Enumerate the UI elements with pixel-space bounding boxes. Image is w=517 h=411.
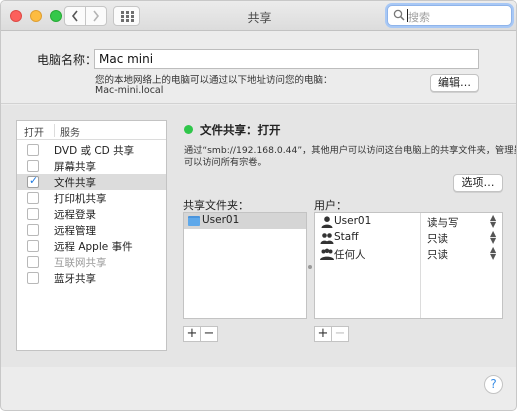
service-checkbox[interactable]: [27, 224, 39, 236]
remove-user-button[interactable]: −: [331, 327, 348, 341]
service-item[interactable]: 文件共享: [17, 174, 166, 190]
user-row[interactable]: 任何人 只读 ▲ ▼: [315, 246, 502, 262]
column-service[interactable]: 服务: [54, 124, 80, 139]
service-checkbox[interactable]: [27, 272, 39, 284]
service-label: 文件共享: [54, 177, 96, 189]
service-label: 蓝牙共享: [54, 273, 96, 285]
service-checkbox[interactable]: [27, 174, 39, 188]
users-label: 用户：: [314, 199, 347, 212]
options-button[interactable]: 选项…: [453, 174, 503, 192]
search-icon: [393, 9, 405, 21]
service-item[interactable]: 远程 Apple 事件: [17, 238, 166, 254]
service-item[interactable]: 蓝牙共享: [17, 270, 166, 286]
stepper-arrows-icon[interactable]: ▲ ▼: [490, 230, 496, 245]
shared-folders-label: 共享文件夹：: [183, 199, 249, 212]
service-checkbox[interactable]: [27, 160, 39, 172]
shared-folder-row[interactable]: User01: [184, 213, 306, 229]
service-item[interactable]: 屏幕共享: [17, 158, 166, 174]
stepper-arrows-icon[interactable]: ▲ ▼: [490, 246, 496, 261]
status-indicator: [184, 125, 193, 134]
user-row[interactable]: User01 读与写 ▲ ▼: [315, 214, 502, 230]
local-address: Mac-mini.local: [95, 85, 164, 96]
remove-folder-button[interactable]: −: [200, 327, 217, 341]
service-item[interactable]: DVD 或 CD 共享: [17, 142, 166, 158]
folder-add-remove: + −: [183, 326, 218, 342]
address-description: 您的本地网络上的电脑可以通过以下地址访问您的电脑：: [95, 75, 333, 86]
split-handle[interactable]: [308, 265, 312, 269]
user-add-remove: + −: [314, 326, 349, 342]
service-item[interactable]: 打印机共享: [17, 190, 166, 206]
column-on[interactable]: 打开: [24, 124, 44, 139]
search-field[interactable]: 搜索: [387, 5, 512, 26]
sharing-window: 共享 搜索 电脑名称： Mac mini 您的本地网络上的电脑可以通过以下地址访…: [0, 0, 517, 411]
edit-button[interactable]: 编辑…: [430, 74, 479, 92]
service-list-header: 打开 服务: [17, 121, 166, 140]
shared-folders-list: User01: [183, 212, 307, 319]
access-info-line2: 可以访问所有宗卷。: [184, 157, 267, 168]
user-permission[interactable]: 只读: [427, 231, 448, 246]
users-list: User01 读与写 ▲ ▼ Staff 只读 ▲ ▼ 任何人 只读 ▲ ▼: [314, 212, 503, 319]
service-label: 打印机共享: [54, 193, 107, 205]
service-label: 屏幕共享: [54, 161, 96, 173]
everyone-icon: [320, 248, 334, 260]
help-button[interactable]: ?: [484, 375, 503, 394]
service-item[interactable]: 远程登录: [17, 206, 166, 222]
service-item[interactable]: 互联网共享: [17, 254, 166, 270]
service-item[interactable]: 远程管理: [17, 222, 166, 238]
single-user-icon: [321, 216, 333, 228]
service-list: 打开 服务 DVD 或 CD 共享屏幕共享文件共享打印机共享远程登录远程管理远程…: [16, 120, 167, 351]
user-row[interactable]: Staff 只读 ▲ ▼: [315, 230, 502, 246]
service-checkbox[interactable]: [27, 192, 39, 204]
add-folder-button[interactable]: +: [184, 327, 200, 341]
user-name: User01: [334, 215, 372, 227]
shared-folder-name: User01: [202, 214, 240, 226]
user-name: Staff: [334, 231, 359, 243]
group-icon: [320, 233, 334, 244]
service-checkbox[interactable]: [27, 240, 39, 252]
stepper-arrows-icon[interactable]: ▲ ▼: [490, 214, 496, 229]
user-name: 任何人: [334, 249, 366, 261]
add-user-button[interactable]: +: [315, 327, 331, 341]
service-label: 远程管理: [54, 225, 96, 237]
computer-name-field[interactable]: Mac mini: [94, 49, 479, 69]
user-permission[interactable]: 只读: [427, 247, 448, 262]
title-bar: 共享 搜索: [1, 1, 516, 31]
file-sharing-status: 文件共享：打开: [200, 123, 281, 137]
service-checkbox[interactable]: [27, 208, 39, 220]
service-label: DVD 或 CD 共享: [54, 145, 135, 157]
service-label: 互联网共享: [54, 257, 107, 269]
user-permission[interactable]: 读与写: [427, 215, 459, 230]
computer-name-label: 电脑名称：: [37, 53, 98, 67]
search-placeholder: 搜索: [408, 11, 430, 24]
service-checkbox[interactable]: [27, 144, 39, 156]
service-checkbox[interactable]: [27, 256, 39, 268]
folder-icon: [188, 216, 200, 226]
service-label: 远程 Apple 事件: [54, 241, 133, 253]
service-label: 远程登录: [54, 209, 96, 221]
